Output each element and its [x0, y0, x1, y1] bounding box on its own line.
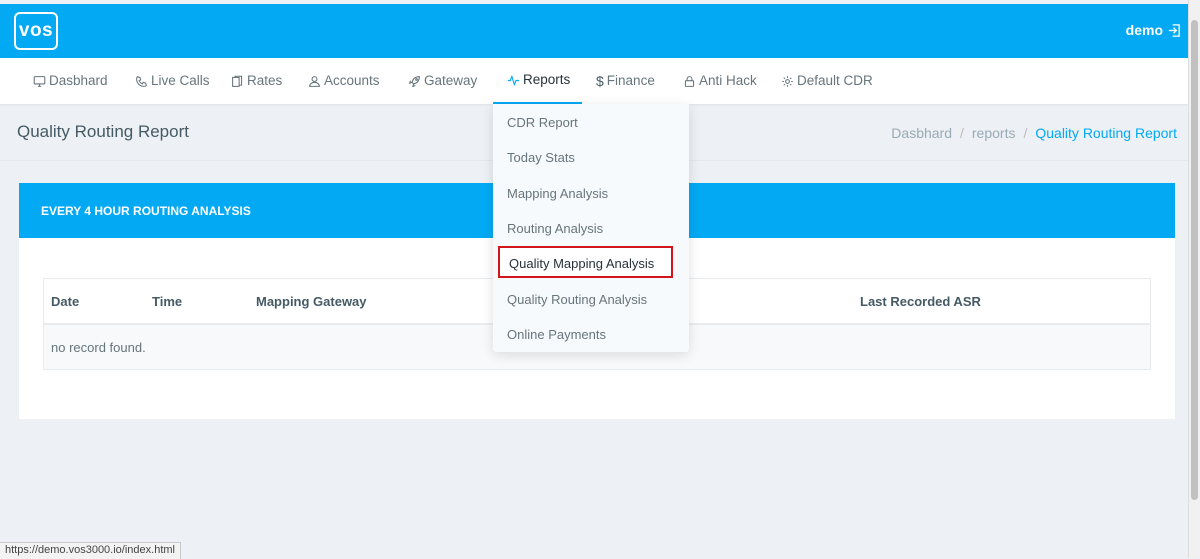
dollar-icon: $: [596, 73, 604, 89]
user-name: demo: [1125, 22, 1163, 38]
user-logout-button[interactable]: demo: [1126, 22, 1182, 38]
top-header-bar: vos demo: [0, 4, 1188, 58]
menu-item-quality-routing-analysis[interactable]: Quality Routing Analysis: [507, 292, 647, 307]
reports-dropdown-menu: CDR Report Today Stats Mapping Analysis …: [493, 104, 689, 352]
browser-status-url: https://demo.vos3000.io/index.html: [0, 542, 181, 559]
card-title: EVERY 4 HOUR ROUTING ANALYSIS: [41, 204, 251, 218]
nav-item-dashboard[interactable]: Dasbhard: [33, 58, 108, 104]
nav-item-accounts[interactable]: Accounts: [308, 58, 380, 104]
documents-icon: [232, 75, 243, 87]
breadcrumb-current: Quality Routing Report: [1035, 125, 1177, 141]
nav-item-rates[interactable]: Rates: [231, 58, 282, 104]
nav-item-label: Live Calls: [151, 73, 210, 88]
breadcrumb-link-reports[interactable]: reports: [972, 125, 1016, 141]
main-nav: Dasbhard Live Calls Rates Accounts Gatew…: [0, 58, 1188, 104]
phone-icon: [136, 75, 147, 87]
column-header-time[interactable]: Time: [152, 294, 182, 309]
vos-logo[interactable]: vos: [14, 12, 58, 50]
menu-item-highlight-box: Quality Mapping Analysis: [498, 246, 673, 278]
menu-item-online-payments[interactable]: Online Payments: [507, 327, 606, 342]
nav-item-label: Default CDR: [797, 73, 873, 88]
nav-item-label: Finance: [606, 73, 655, 88]
nav-item-live-calls[interactable]: Live Calls: [135, 58, 210, 104]
nav-item-gateway[interactable]: Gateway: [408, 58, 477, 104]
nav-item-label: Reports: [523, 72, 571, 87]
rocket-icon: [408, 75, 420, 87]
breadcrumb: Dasbhard / reports / Quality Routing Rep…: [891, 125, 1177, 141]
page-title: Quality Routing Report: [17, 122, 189, 141]
nav-item-label: Anti Hack: [699, 73, 757, 88]
empty-table-message: no record found.: [51, 340, 146, 355]
breadcrumb-link-dashboard[interactable]: Dasbhard: [891, 125, 952, 141]
menu-item-quality-mapping-analysis[interactable]: Quality Mapping Analysis: [509, 256, 654, 271]
gear-icon: [782, 75, 793, 87]
column-header-last-recorded-asr[interactable]: Last Recorded ASR: [860, 294, 981, 309]
nav-item-label: Accounts: [324, 73, 380, 88]
logout-icon: [1168, 23, 1180, 37]
pulse-icon: [507, 74, 520, 86]
column-header-date[interactable]: Date: [51, 294, 79, 309]
scrollbar-thumb[interactable]: [1191, 20, 1198, 500]
menu-item-cdr-report[interactable]: CDR Report: [507, 115, 578, 130]
nav-item-finance[interactable]: $ Finance: [596, 58, 655, 104]
column-header-mapping-gateway[interactable]: Mapping Gateway: [256, 294, 367, 309]
nav-item-label: Rates: [247, 73, 283, 88]
monitor-icon: [33, 75, 46, 87]
lock-icon: [684, 75, 695, 87]
nav-item-anti-hack[interactable]: Anti Hack: [683, 58, 757, 104]
nav-item-reports[interactable]: Reports: [493, 58, 582, 104]
page-scrollbar[interactable]: [1188, 0, 1200, 558]
breadcrumb-separator: /: [1023, 125, 1028, 141]
menu-item-routing-analysis[interactable]: Routing Analysis: [507, 221, 603, 236]
user-icon: [309, 75, 320, 87]
breadcrumb-separator: /: [960, 125, 964, 141]
nav-item-label: Gateway: [424, 73, 478, 88]
menu-item-mapping-analysis[interactable]: Mapping Analysis: [507, 186, 608, 201]
menu-item-today-stats[interactable]: Today Stats: [507, 150, 575, 165]
nav-item-label: Dasbhard: [49, 73, 108, 88]
nav-item-default-cdr[interactable]: Default CDR: [781, 58, 873, 104]
